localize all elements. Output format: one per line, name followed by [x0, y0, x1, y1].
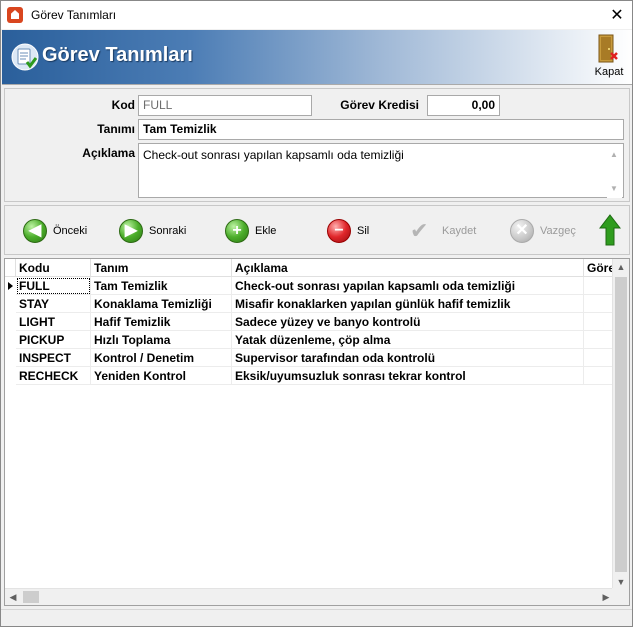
kod-label: Kod [111, 98, 135, 112]
cell-kredi[interactable] [584, 295, 614, 313]
table-row[interactable]: LIGHT Hafif Temizlik Sadece yüzey ve ban… [5, 313, 614, 331]
kredi-field[interactable]: 0,00 [427, 95, 500, 116]
header-banner: Görev Tanımları Kapat [2, 30, 632, 85]
scroll-up-icon: ▲ [610, 150, 618, 159]
tasks-icon [11, 43, 39, 71]
aciklama-text: Check-out sonrası yapılan kapsamlı oda t… [143, 148, 404, 162]
cancel-x-icon: ✕ [510, 219, 534, 243]
cell-kredi[interactable] [584, 349, 614, 367]
cell-aciklama[interactable]: Eksik/uyumsuzluk sonrası tekrar kontrol [232, 367, 584, 385]
arrow-left-icon: ◀ [23, 219, 47, 243]
save-button[interactable]: ✔ Kaydet [410, 218, 476, 244]
plus-icon: + [225, 219, 249, 243]
delete-button-label: Sil [357, 225, 370, 237]
arrow-right-icon: ▶ [119, 219, 143, 243]
close-button-label: Kapat [594, 66, 624, 78]
tasks-grid: Kodu Tanım Açıklama Görev Kredisi FULL T… [4, 258, 630, 606]
row-indicator [5, 313, 16, 331]
vertical-scroll-thumb[interactable] [615, 277, 627, 572]
arrow-up-icon[interactable] [599, 214, 621, 246]
prev-button[interactable]: ◀ Önceki [23, 218, 87, 244]
horizontal-scrollbar[interactable]: ◀ ▶ [5, 588, 614, 605]
cell-kod[interactable]: INSPECT [16, 349, 91, 367]
cell-aciklama[interactable]: Supervisor tarafından oda kontrolü [232, 349, 584, 367]
checkmark-icon: ✔ [410, 218, 429, 243]
table-row[interactable]: RECHECK Yeniden Kontrol Eksik/uyumsuzluk… [5, 367, 614, 385]
next-button[interactable]: ▶ Sonraki [119, 218, 186, 244]
kod-field[interactable]: FULL [138, 95, 312, 116]
status-bar [1, 609, 632, 626]
toolbar: ◀ Önceki ▶ Sonraki + Ekle − Sil ✔ Kaydet… [4, 205, 630, 255]
cell-kredi[interactable] [584, 331, 614, 349]
cell-kod[interactable]: LIGHT [16, 313, 91, 331]
window: Görev Tanımları ✕ Görev Tanımları Kapat … [0, 0, 633, 627]
cell-tanim[interactable]: Tam Temizlik [91, 277, 232, 295]
page-title: Görev Tanımları [42, 44, 193, 66]
add-button[interactable]: + Ekle [225, 218, 276, 244]
aciklama-textarea[interactable]: Check-out sonrası yapılan kapsamlı oda t… [138, 143, 624, 198]
cancel-button-label: Vazgeç [540, 225, 576, 237]
row-indicator [5, 331, 16, 349]
door-exit-icon [598, 34, 618, 63]
cell-tanim[interactable]: Hızlı Toplama [91, 331, 232, 349]
cell-kod[interactable]: PICKUP [16, 331, 91, 349]
add-button-label: Ekle [255, 225, 277, 237]
cell-kod[interactable]: FULL [16, 277, 91, 295]
cell-aciklama[interactable]: Check-out sonrası yapılan kapsamlı oda t… [232, 277, 584, 295]
vertical-scrollbar[interactable]: ▲ ▼ [612, 259, 629, 590]
grid-header: Kodu Tanım Açıklama Görev Kredisi [5, 259, 614, 277]
window-close-button[interactable]: ✕ [602, 1, 632, 29]
scroll-down-icon: ▼ [610, 184, 618, 193]
title-bar: Görev Tanımları ✕ [1, 1, 632, 29]
save-button-label: Kaydet [442, 225, 477, 237]
cell-aciklama[interactable]: Misafir konaklarken yapılan günlük hafif… [232, 295, 584, 313]
column-header-kodu[interactable]: Kodu [16, 259, 91, 277]
close-button[interactable]: Kapat [592, 32, 626, 82]
row-indicator [5, 367, 16, 385]
table-row[interactable]: INSPECT Kontrol / Denetim Supervisor tar… [5, 349, 614, 367]
textarea-scrollbar[interactable]: ▲ ▼ [607, 145, 622, 198]
cell-kredi[interactable] [584, 313, 614, 331]
delete-button[interactable]: − Sil [327, 218, 369, 244]
column-header-tanim[interactable]: Tanım [91, 259, 232, 277]
cell-kredi[interactable] [584, 277, 614, 295]
next-button-label: Sonraki [149, 225, 187, 237]
minus-icon: − [327, 219, 351, 243]
tanimi-label: Tanımı [97, 122, 135, 136]
cell-tanim[interactable]: Konaklama Temizliği [91, 295, 232, 313]
scroll-up-icon[interactable]: ▲ [613, 259, 629, 275]
cell-tanim[interactable]: Kontrol / Denetim [91, 349, 232, 367]
current-row-arrow-icon [8, 282, 13, 290]
detail-form: Kod FULL Görev Kredisi 0,00 Tanımı Tam T… [4, 88, 630, 202]
row-indicator [5, 349, 16, 367]
scroll-left-icon[interactable]: ◀ [5, 589, 21, 605]
aciklama-label: Açıklama [82, 146, 135, 160]
row-indicator [5, 295, 16, 313]
cell-kod[interactable]: STAY [16, 295, 91, 313]
table-row[interactable]: FULL Tam Temizlik Check-out sonrası yapı… [5, 277, 614, 295]
cell-kredi[interactable] [584, 367, 614, 385]
scroll-corner [612, 588, 629, 605]
cell-tanim[interactable]: Hafif Temizlik [91, 313, 232, 331]
table-row[interactable]: PICKUP Hızlı Toplama Yatak düzenleme, çö… [5, 331, 614, 349]
cell-aciklama[interactable]: Yatak düzenleme, çöp alma [232, 331, 584, 349]
cell-tanim[interactable]: Yeniden Kontrol [91, 367, 232, 385]
window-title: Görev Tanımları [31, 8, 117, 22]
cancel-button[interactable]: ✕ Vazgeç [510, 218, 576, 244]
kredi-label: Görev Kredisi [340, 98, 419, 112]
cell-kod[interactable]: RECHECK [16, 367, 91, 385]
row-indicator [5, 277, 16, 295]
prev-button-label: Önceki [53, 225, 88, 237]
column-header-aciklama[interactable]: Açıklama [232, 259, 584, 277]
tanimi-field[interactable]: Tam Temizlik [138, 119, 624, 140]
app-icon [7, 7, 23, 23]
column-header-gorev-kredisi[interactable]: Görev Kredisi [584, 259, 614, 277]
cell-aciklama[interactable]: Sadece yüzey ve banyo kontrolü [232, 313, 584, 331]
header-indicator-col [5, 259, 16, 277]
table-row[interactable]: STAY Konaklama Temizliği Misafir konakla… [5, 295, 614, 313]
horizontal-scroll-thumb[interactable] [23, 591, 39, 603]
